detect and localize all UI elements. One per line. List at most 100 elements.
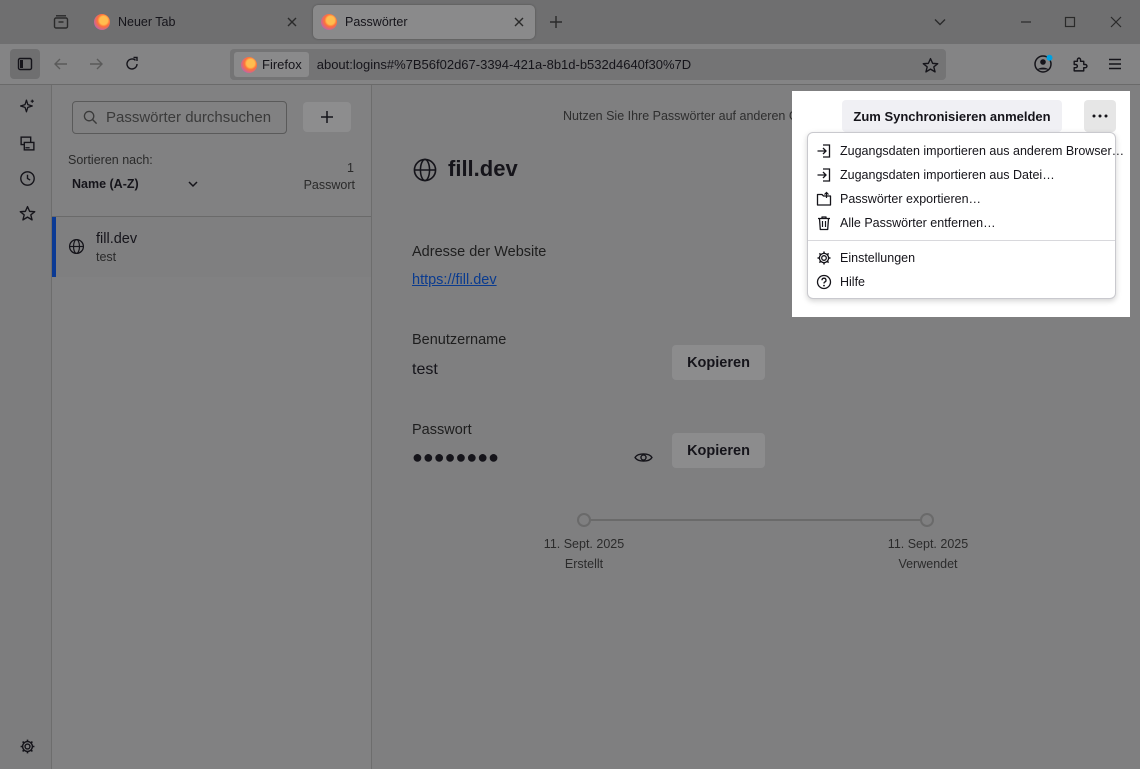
firefox-icon (94, 14, 110, 30)
used-date: 11. Sept. 2025 (887, 537, 969, 551)
sidebar-item-bookmarks[interactable] (14, 200, 40, 226)
used-label: Verwendet (898, 557, 958, 571)
website-link[interactable]: https://fill.dev (412, 272, 497, 288)
menu-item-label: Passwörter exportieren… (840, 192, 982, 206)
menu-item-help[interactable]: Hilfe (816, 272, 865, 292)
sort-label: Sortieren nach: (68, 153, 153, 167)
created-date: 11. Sept. 2025 (543, 537, 625, 551)
trash-icon (818, 216, 830, 231)
plus-icon (321, 111, 333, 123)
list-item-username: test (96, 250, 117, 264)
password-value: ●●●●●●●● (412, 447, 499, 467)
app-menu-button[interactable] (1100, 49, 1130, 79)
copy-username-button[interactable]: Kopieren (672, 345, 765, 380)
menu-item-label: Hilfe (840, 275, 866, 289)
timeline-dot-created (577, 513, 591, 527)
globe-icon (412, 157, 438, 183)
password-label: Passwort (412, 422, 472, 438)
plus-icon (550, 16, 562, 28)
extensions-button[interactable] (1064, 49, 1094, 79)
search-icon (83, 110, 98, 125)
puzzle-icon (1072, 57, 1088, 72)
login-count-unit: Passwort (303, 178, 355, 192)
menu-item-import-file[interactable]: Zugangsdaten importieren aus Datei… (816, 165, 1055, 185)
sync-promo-text: Nutzen Sie Ihre Passwörter auf anderen G… (563, 109, 834, 123)
url-bar[interactable]: Firefox about:logins#%7B56f02d67-3394-42… (230, 49, 946, 80)
sidebar-item-ai-chat[interactable] (14, 93, 40, 119)
star-icon (19, 205, 35, 221)
username-value: test (412, 361, 438, 378)
search-input[interactable] (106, 109, 276, 126)
menu-item-label: Einstellungen (840, 251, 916, 265)
gear-icon (817, 251, 831, 265)
account-icon (1034, 54, 1053, 73)
tab-neuer-tab[interactable]: Neuer Tab (86, 5, 308, 39)
sparkle-icon (19, 98, 34, 112)
close-icon[interactable] (284, 14, 300, 30)
close-icon[interactable] (511, 14, 527, 30)
help-icon (816, 274, 832, 290)
maximize-icon (1064, 16, 1076, 28)
show-password-button[interactable] (634, 449, 653, 466)
created-label: Erstellt (564, 557, 604, 571)
clock-icon (19, 170, 35, 186)
sort-select[interactable]: Name (A-Z) (72, 177, 199, 191)
import-icon (817, 144, 831, 158)
url-text[interactable]: about:logins#%7B56f02d67-3394-421a-8b1d-… (317, 57, 691, 72)
arrow-left-icon (54, 58, 67, 70)
window-close-button[interactable] (1102, 8, 1130, 36)
tab-label: Passwörter (345, 15, 408, 29)
menu-item-label: Zugangsdaten importieren aus anderem Bro… (840, 144, 1125, 158)
timeline-dot-used (920, 513, 934, 527)
gear-icon (20, 739, 34, 753)
maximize-button[interactable] (1056, 8, 1084, 36)
new-tab-button[interactable] (542, 8, 570, 36)
firefox-icon (241, 56, 257, 73)
tab-overview-icon (53, 15, 69, 29)
tab-overview-button[interactable] (47, 8, 75, 36)
add-password-button[interactable] (303, 102, 351, 132)
sidebar-item-synced-tabs[interactable] (14, 130, 40, 156)
login-title: fill.dev (448, 156, 518, 181)
sort-value: Name (A-Z) (72, 177, 139, 191)
close-icon (1110, 16, 1122, 28)
sidebar-customize-button[interactable] (14, 733, 40, 759)
synced-tabs-icon (19, 135, 35, 151)
username-label: Benutzername (412, 332, 507, 348)
tab-passwoerter[interactable]: Passwörter (313, 5, 535, 39)
minimize-icon (1021, 21, 1031, 23)
menu-item-remove-all[interactable]: Alle Passwörter entfernen… (816, 213, 996, 233)
hamburger-icon (1109, 58, 1121, 70)
menu-item-label: Zugangsdaten importieren aus Datei… (840, 168, 1055, 182)
menu-item-settings[interactable]: Einstellungen (816, 248, 915, 268)
account-button[interactable] (1028, 49, 1058, 79)
website-label: Adresse der Website (412, 244, 547, 260)
forward-button[interactable] (81, 49, 111, 79)
search-field[interactable] (72, 101, 287, 134)
sidebar-icon (17, 57, 33, 71)
menu-item-label: Alle Passwörter entfernen… (840, 216, 996, 230)
eye-icon (634, 453, 653, 462)
reload-button[interactable] (117, 49, 147, 79)
reload-icon (126, 56, 138, 70)
more-options-menu: Zugangsdaten importieren aus anderem Bro… (807, 132, 1124, 299)
minimize-button[interactable] (1012, 8, 1040, 36)
back-button[interactable] (46, 49, 76, 79)
sync-signin-button[interactable]: Zum Synchronisieren anmelden (842, 100, 1062, 132)
list-item-title: fill.dev (96, 231, 138, 247)
more-options-button[interactable] (1084, 100, 1116, 132)
menu-item-export[interactable]: Passwörter exportieren… (816, 189, 981, 209)
arrow-right-icon (90, 58, 103, 70)
copy-password-button[interactable]: Kopieren (672, 433, 765, 468)
menu-item-import-browser[interactable]: Zugangsdaten importieren aus anderem Bro… (816, 141, 1124, 161)
chevron-down-icon (188, 181, 198, 188)
sidebar-item-history[interactable] (14, 165, 40, 191)
list-item[interactable]: fill.dev test (52, 217, 371, 277)
identity-label: Firefox (262, 57, 302, 72)
identity-box[interactable]: Firefox (234, 52, 309, 77)
bookmark-star-button[interactable] (915, 50, 945, 80)
star-icon (922, 57, 938, 73)
sidebar-toggle-button[interactable] (10, 49, 40, 79)
list-all-tabs-button[interactable] (926, 8, 954, 36)
timeline-line (584, 519, 927, 521)
